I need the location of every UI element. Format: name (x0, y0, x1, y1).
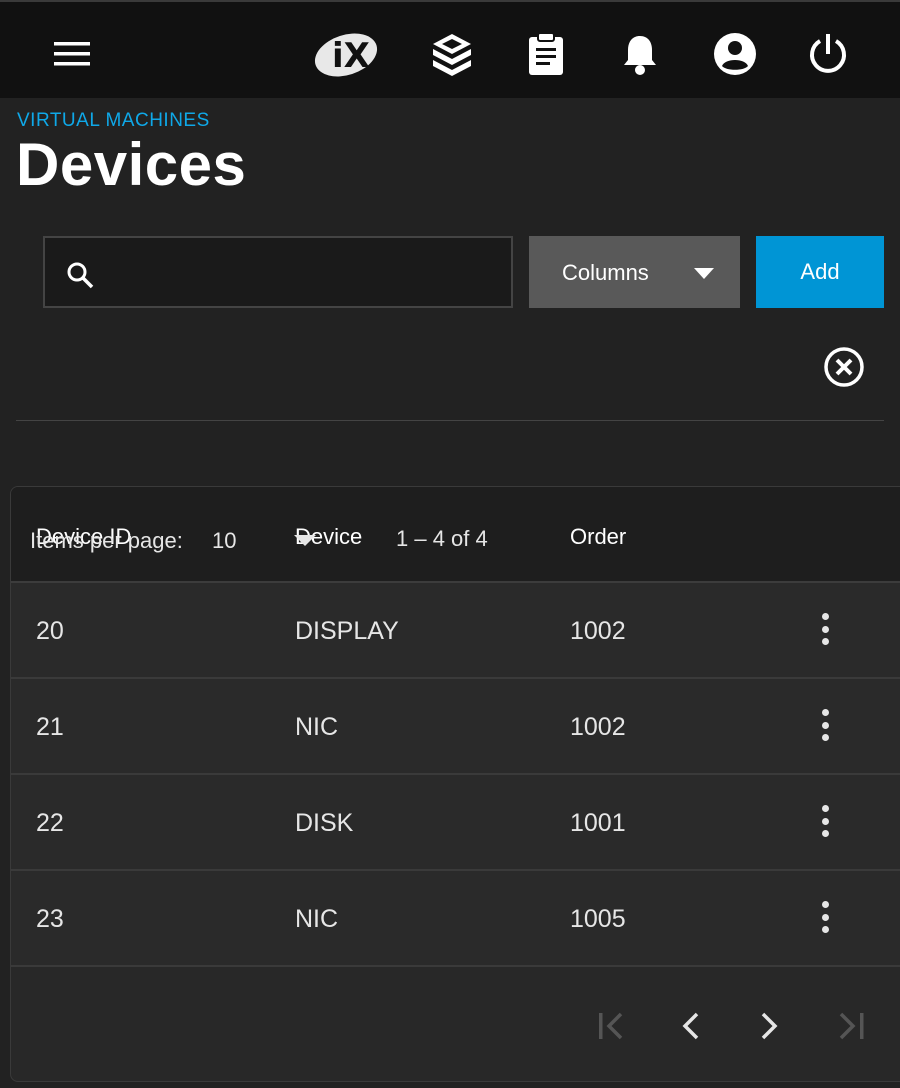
caret-down-icon (694, 267, 714, 285)
ix-logo-icon[interactable]: iX (310, 30, 386, 78)
top-toolbar: iX (0, 0, 900, 98)
clear-search-icon[interactable] (822, 345, 866, 389)
cell-device: DISK (295, 809, 354, 837)
row-actions-icon[interactable] (811, 801, 839, 841)
page-title: Devices (16, 131, 247, 198)
search-box (43, 236, 513, 308)
columns-button[interactable]: Columns (529, 236, 740, 308)
svg-text:iX: iX (332, 36, 370, 76)
cell-device: NIC (295, 905, 339, 933)
page-range-label: 1 – 4 of 4 (396, 526, 488, 551)
task-manager-icon[interactable] (522, 30, 570, 78)
truecommand-icon[interactable] (428, 30, 476, 78)
last-page-icon[interactable] (830, 1006, 870, 1046)
cell-order: 1002 (570, 713, 626, 741)
previous-page-icon[interactable] (670, 1006, 710, 1046)
devices-table: Device ID Device Order 20 DISPLAY 1002 2… (10, 486, 900, 1082)
cell-device-id: 22 (36, 809, 64, 837)
power-icon[interactable] (804, 30, 852, 78)
columns-button-label: Columns (562, 260, 649, 285)
cell-order: 1002 (570, 617, 626, 645)
add-button[interactable]: Add (756, 236, 884, 308)
page-size-caret-icon[interactable] (294, 534, 316, 552)
bell-icon[interactable] (616, 30, 664, 78)
table-row[interactable]: 23 NIC 1005 (11, 871, 900, 967)
divider (16, 420, 884, 421)
table-row[interactable]: 21 NIC 1002 (11, 679, 900, 775)
cell-order: 1005 (570, 905, 626, 933)
cell-device-id: 21 (36, 713, 64, 741)
column-header-order[interactable]: Order (570, 524, 626, 550)
account-icon[interactable] (711, 30, 759, 78)
next-page-icon[interactable] (750, 1006, 790, 1046)
cell-order: 1001 (570, 809, 626, 837)
table-row[interactable]: 20 DISPLAY 1002 (11, 583, 900, 679)
items-per-page-label: Items per page: (30, 528, 183, 553)
row-actions-icon[interactable] (811, 705, 839, 745)
cell-device-id: 23 (36, 905, 64, 933)
breadcrumb[interactable]: VIRTUAL MACHINES (17, 110, 210, 132)
row-actions-icon[interactable] (811, 897, 839, 937)
first-page-icon[interactable] (592, 1006, 632, 1046)
cell-device-id: 20 (36, 617, 64, 645)
cell-device: DISPLAY (295, 617, 399, 645)
row-actions-icon[interactable] (811, 609, 839, 649)
menu-icon[interactable] (48, 30, 96, 78)
search-input[interactable] (115, 252, 495, 292)
search-icon (65, 260, 95, 295)
cell-device: NIC (295, 713, 339, 741)
page-size-select[interactable]: 10 (212, 528, 236, 554)
table-row[interactable]: 22 DISK 1001 (11, 775, 900, 871)
